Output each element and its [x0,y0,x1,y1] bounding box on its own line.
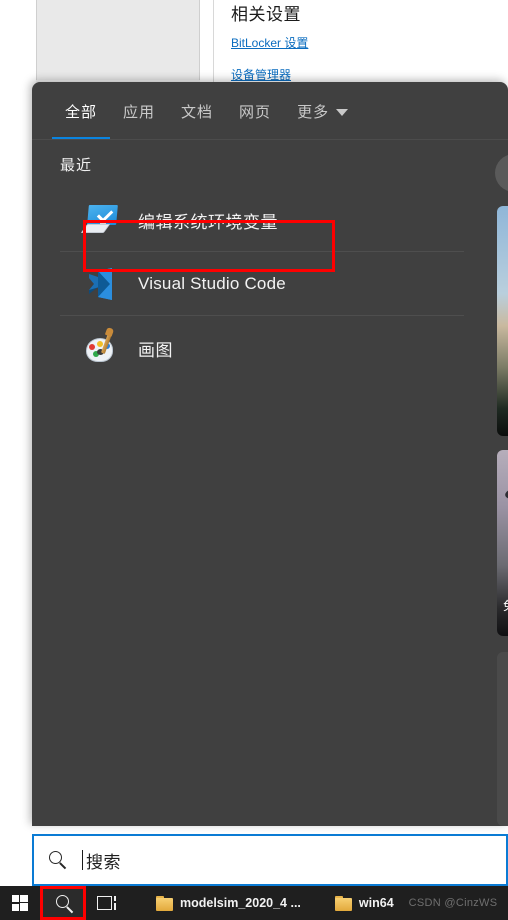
settings-left-strip [0,0,36,86]
taskbar-search-button[interactable] [40,886,86,920]
recent-section-title: 最近 [60,157,93,174]
tab-all-label: 全部 [65,103,98,121]
result-label: 编辑系统环境变量 [138,212,278,232]
preview-card-art [504,480,508,504]
task-view-icon [97,896,112,910]
device-manager-link[interactable]: 设备管理器 [231,66,291,83]
tab-documents[interactable]: 文档 [168,82,226,140]
preview-card[interactable] [497,206,508,436]
search-preview-rail: ◀ 免 [487,140,508,826]
search-input-placeholder: 搜索 [86,852,121,872]
task-view-icon-bar [114,903,116,910]
result-label: Visual Studio Code [138,274,286,293]
search-results-body: 最近 编辑系统环境变量 Visual Studio Code 画图 [32,140,508,826]
taskbar-item-label: win64 [358,896,394,910]
taskbar-item-modelsim[interactable]: modelsim_2020_4 ... [150,886,307,920]
tab-web-label: 网页 [239,103,272,121]
task-view-icon-bar [114,896,116,901]
chevron-down-icon [336,108,349,116]
bitlocker-settings-link[interactable]: BitLocker 设置 [231,34,308,51]
vscode-icon [84,266,120,302]
preview-card-caption: 免 [503,597,508,614]
screen: 相关设置 BitLocker 设置 设备管理器 全部 应用 文档 网页 更多 最… [0,0,508,920]
folder-icon [334,895,352,911]
text-cursor [82,850,83,870]
result-label: 画图 [138,340,173,360]
settings-column-gap [200,0,214,84]
search-input[interactable]: 搜索 [32,834,508,886]
related-settings-heading: 相关设置 [231,5,301,24]
tab-more-label: 更多 [297,103,330,121]
search-icon-handle [66,906,74,914]
taskbar-item-label: modelsim_2020_4 ... [180,896,301,910]
preview-card[interactable] [497,652,508,826]
search-flyout-panel: 全部 应用 文档 网页 更多 最近 编辑系统环境变量 Visual Studio… [32,82,508,826]
taskbar-item-win64[interactable]: win64 [329,886,400,920]
folder-icon [156,895,173,911]
search-results-list: 编辑系统环境变量 Visual Studio Code 画图 [32,188,472,380]
list-item[interactable]: Visual Studio Code [32,252,472,316]
tab-documents-label: 文档 [181,103,214,121]
tab-more[interactable]: 更多 [284,82,361,140]
settings-side-panel [36,0,200,84]
tab-all[interactable]: 全部 [52,82,111,140]
preview-card[interactable]: 免 [497,450,508,636]
task-view-button[interactable] [86,886,128,920]
system-properties-icon [80,202,120,238]
search-icon [48,850,68,870]
taskbar: modelsim_2020_4 ... win64 CSDN @CinzWS [0,884,508,920]
paint-icon [84,327,120,366]
scroll-left-button[interactable]: ◀ [495,154,508,192]
start-button[interactable] [0,886,40,920]
list-item[interactable]: 画图 [32,316,472,380]
tab-apps[interactable]: 应用 [110,82,168,140]
watermark: CSDN @CinzWS [408,897,498,909]
windows-logo-icon [11,894,29,912]
list-item[interactable]: 编辑系统环境变量 [32,188,472,252]
search-tab-bar: 全部 应用 文档 网页 更多 [32,82,508,140]
tab-web[interactable]: 网页 [226,82,284,140]
tab-apps-label: 应用 [123,103,156,121]
